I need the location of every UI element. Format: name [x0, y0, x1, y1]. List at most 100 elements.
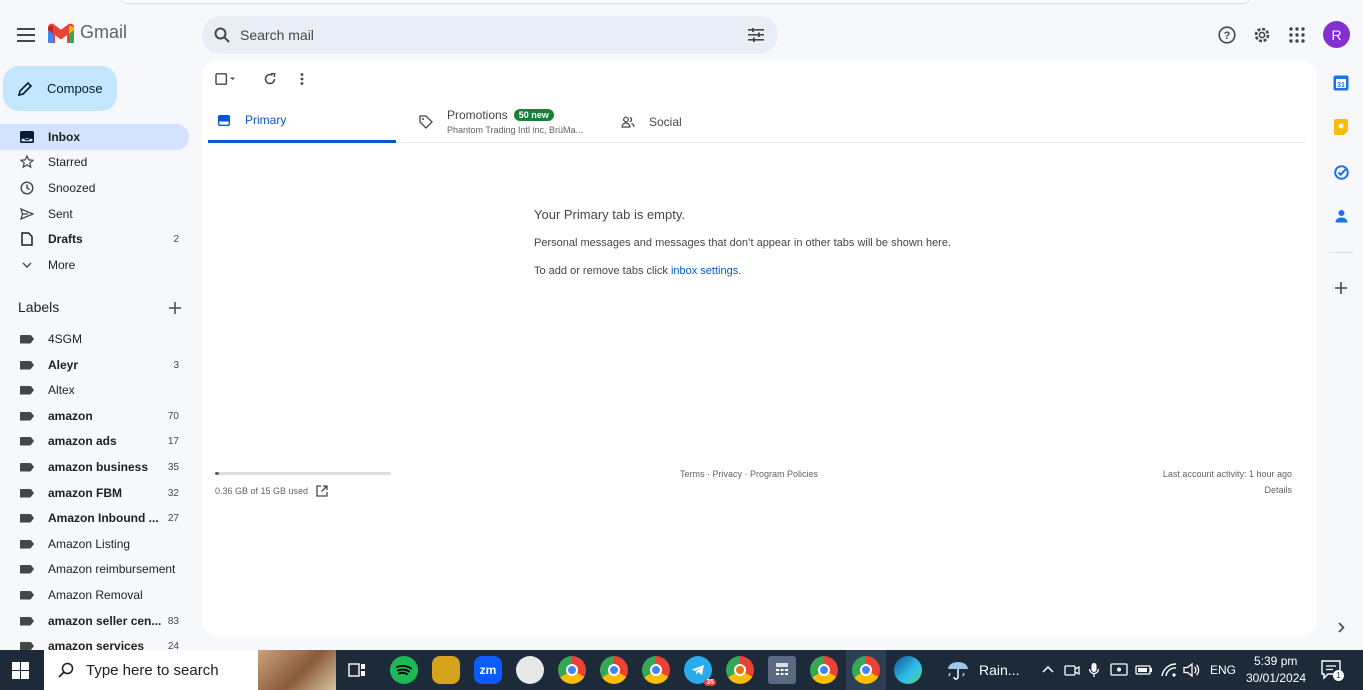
main-panel: Primary Promotions 50 new Phantom Tradin… [202, 60, 1317, 636]
tray-language[interactable]: ENG [1210, 663, 1236, 677]
task-view-icon[interactable] [343, 656, 371, 684]
sidebar-item-drafts[interactable]: Drafts 2 [0, 226, 189, 252]
tab-social[interactable]: Social [620, 100, 682, 143]
zoom-icon[interactable]: zm [474, 656, 502, 684]
tab-label: Promotions [447, 108, 508, 122]
search-input[interactable] [240, 27, 748, 43]
gmail-wordmark: Gmail [80, 22, 128, 42]
chevron-down-icon [19, 257, 35, 273]
last-account-activity: Last account activity: 1 hour ago [1162, 469, 1292, 479]
app-yellow-icon[interactable] [432, 656, 460, 684]
gmail-logo[interactable]: Gmail [48, 22, 127, 43]
footer-policy-links[interactable]: Terms · Privacy · Program Policies [680, 469, 818, 479]
sidebar-label-item[interactable]: amazon ads 17 [0, 428, 189, 454]
select-all-checkbox[interactable] [214, 70, 238, 88]
sidebar-item-starred[interactable]: Starred [0, 149, 189, 175]
chrome-profile-1-icon[interactable] [558, 656, 586, 684]
sidebar-item-inbox[interactable]: Inbox [0, 124, 189, 150]
sidebar-item-sent[interactable]: Sent [0, 201, 189, 227]
sidebar-label-item[interactable]: Amazon reimbursement [0, 556, 189, 582]
sidebar-item-label: Inbox [48, 130, 80, 144]
send-icon [19, 206, 35, 222]
sidebar-label-item[interactable]: amazon seller cen... 83 [0, 608, 189, 634]
tab-primary[interactable]: Primary [208, 100, 396, 143]
tray-camera-icon[interactable] [1064, 662, 1080, 678]
chrome-profile-m2-icon[interactable] [726, 656, 754, 684]
weather-rain-icon[interactable] [946, 660, 970, 685]
sidebar-label-item[interactable]: amazon business 35 [0, 454, 189, 480]
label-name: amazon ads [48, 434, 117, 448]
keep-notes-icon[interactable] [1330, 116, 1352, 138]
tray-wifi-icon[interactable] [1160, 662, 1178, 678]
label-name: amazon FBM [48, 486, 123, 500]
add-label-plus-icon[interactable] [166, 299, 184, 317]
contacts-icon[interactable] [1330, 205, 1352, 227]
help-icon[interactable]: ? [1213, 21, 1241, 49]
label-tag-icon [19, 382, 35, 398]
activity-details-link[interactable]: Details [1264, 485, 1292, 495]
tray-date[interactable]: 30/01/2024 [1246, 671, 1306, 685]
sidebar-label-item[interactable]: Altex [0, 377, 189, 403]
chrome-profile-l-icon[interactable] [600, 656, 628, 684]
tray-screen-share-icon[interactable] [1110, 662, 1128, 678]
apps-grid-icon[interactable] [1283, 21, 1311, 49]
spotify-icon[interactable] [390, 656, 418, 684]
promotions-text: Promotions 50 new Phantom Trading Intl i… [447, 108, 583, 135]
tray-chevron-up-icon[interactable] [1042, 665, 1054, 673]
sidebar-label-item[interactable]: amazon FBM 32 [0, 480, 189, 506]
storage-usage: 0.36 GB of 15 GB used [215, 485, 328, 497]
tray-microphone-icon[interactable] [1088, 662, 1100, 678]
chrome-profile-s-icon[interactable] [810, 656, 838, 684]
snipping-tool-icon[interactable] [516, 656, 544, 684]
sidebar-label-item[interactable]: amazon 70 [0, 403, 189, 429]
edge-icon[interactable] [894, 656, 922, 684]
storage-usage-fill [215, 472, 220, 475]
account-avatar[interactable]: R [1323, 21, 1350, 48]
tasks-icon[interactable] [1330, 161, 1352, 183]
tray-battery-icon[interactable] [1135, 663, 1153, 677]
label-name: amazon [48, 409, 93, 423]
sidebar-item-label: Starred [48, 155, 88, 169]
sidebar-label-item[interactable]: Amazon Inbound ... 27 [0, 505, 189, 531]
tab-label: Social [649, 114, 682, 129]
main-menu-icon[interactable] [12, 21, 40, 49]
calculator-icon[interactable] [768, 656, 796, 684]
sidebar-label-item[interactable]: 4SGM [0, 326, 189, 352]
sidebar-label-item[interactable]: Aleyr 3 [0, 352, 189, 378]
sidebar-item-snoozed[interactable]: Snoozed [0, 175, 189, 201]
sidebar-item-label: Snoozed [48, 181, 96, 195]
labels-heading: Labels [18, 299, 60, 315]
label-tag-icon [19, 536, 35, 552]
chrome-profile-m-icon[interactable] [642, 656, 670, 684]
tab-promotions[interactable]: Promotions 50 new Phantom Trading Intl i… [418, 100, 583, 143]
settings-gear-icon[interactable] [1248, 21, 1276, 49]
add-addon-plus-icon[interactable] [1330, 277, 1352, 299]
more-options-icon[interactable] [290, 70, 314, 88]
label-count: 83 [167, 615, 179, 627]
sidebar-item-label: Sent [48, 207, 73, 221]
telegram-icon[interactable]: 35 [684, 656, 716, 686]
open-external-icon[interactable] [316, 485, 328, 497]
empty-state-title: Your Primary tab is empty. [534, 207, 685, 222]
taskbar-search-icon [58, 662, 74, 678]
compose-button[interactable]: Compose [3, 66, 117, 111]
storage-usage-bar [215, 472, 391, 475]
tray-volume-icon[interactable] [1183, 662, 1201, 678]
sidebar-item-count: 2 [173, 233, 179, 245]
sidebar-label-item[interactable]: Amazon Removal [0, 582, 189, 608]
tray-time[interactable]: 5:39 pm [1254, 654, 1297, 668]
refresh-icon[interactable] [258, 70, 282, 88]
sidebar-item-more[interactable]: More [0, 252, 189, 278]
search-icon[interactable] [214, 27, 230, 43]
expand-side-panel-chevron-icon[interactable] [1330, 616, 1352, 638]
notification-center-icon[interactable]: 1 [1321, 660, 1344, 685]
calendar-icon[interactable]: 31 [1330, 72, 1352, 94]
search-bar[interactable] [202, 16, 778, 54]
weather-text[interactable]: Rain... [979, 662, 1019, 678]
inbox-settings-link[interactable]: inbox settings [671, 265, 738, 277]
windows-start-icon[interactable] [12, 662, 29, 684]
taskbar-search-box[interactable]: Type here to search [44, 650, 336, 690]
sidebar-label-item[interactable]: Amazon Listing [0, 531, 189, 557]
chrome-profile-r-active-icon[interactable] [852, 656, 880, 684]
search-options-icon[interactable] [748, 28, 764, 42]
